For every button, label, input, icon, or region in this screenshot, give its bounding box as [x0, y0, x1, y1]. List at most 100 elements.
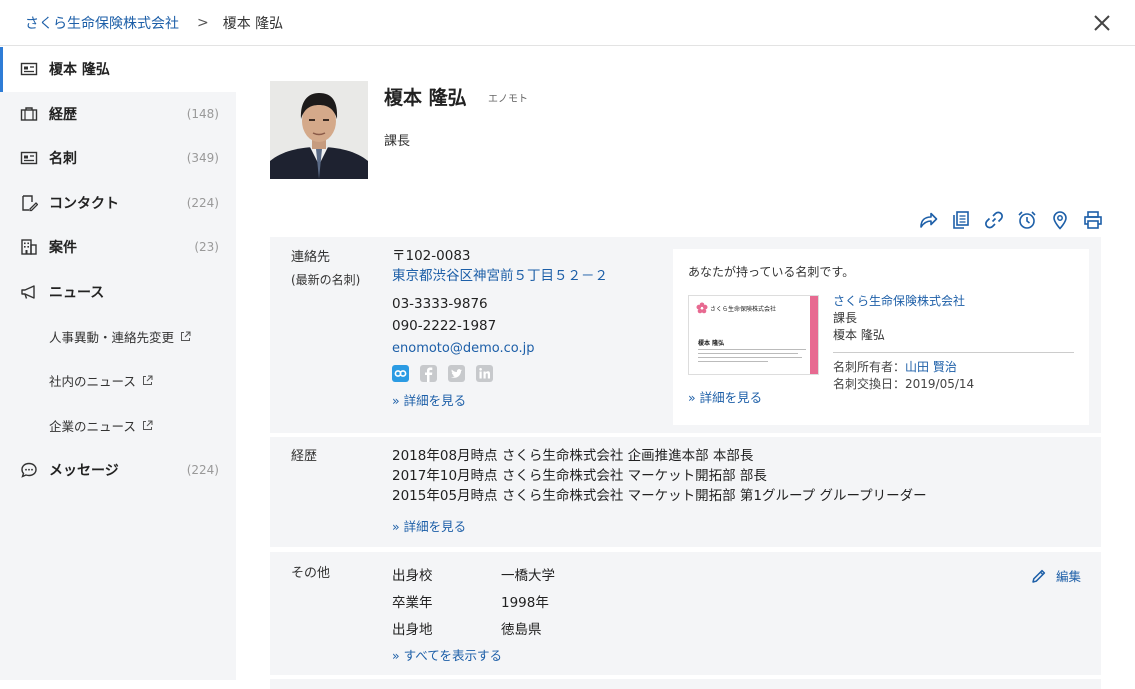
external-link-icon — [142, 420, 153, 430]
sidebar-item-business-cards[interactable]: 名刺 (349) — [0, 136, 236, 181]
card-info: さくら生命保険株式会社 課長 榎本 隆弘 名刺所有者：山田 賢治 名刺交換日：2… — [833, 293, 1074, 393]
other-key: 出身校 — [392, 567, 433, 584]
link-icon[interactable] — [984, 210, 1004, 230]
contact-more-link[interactable]: » 詳細を見る — [392, 390, 608, 409]
card-company-link[interactable]: さくら生命保険株式会社 — [833, 293, 1074, 310]
other-list: 出身校 一橋大学 卒業年 1998年 出身地 徳島県 » すべてを表示する — [392, 560, 555, 664]
business-card-icon — [20, 149, 38, 167]
career-entry: 2017年10月時点 さくら生命株式会社 マーケット開拓部 部長 — [392, 468, 767, 484]
address-link[interactable]: 東京都渋谷区神宮前５丁目５２－２ — [392, 266, 608, 286]
thumb-detail-line — [698, 353, 798, 354]
sidebar-item-projects[interactable]: 案件 (23) — [0, 225, 236, 270]
contact-edit-icon — [20, 194, 38, 212]
person-kana: エノモト — [488, 94, 528, 105]
sidebar-item-contacts[interactable]: コンタクト (224) — [0, 181, 236, 226]
other-value: 徳島県 — [501, 621, 542, 638]
sidebar-subitem-label: 社内のニュース — [49, 374, 136, 390]
sidebar-item-label: 経歴 — [49, 106, 77, 123]
edit-label: 編集 — [1055, 569, 1081, 584]
thumb-company: さくら生命保険株式会社 — [710, 306, 777, 313]
sidebar-item-messages[interactable]: メッセージ (224) — [0, 448, 236, 493]
other-value: 1998年 — [501, 594, 549, 611]
thumb-detail-line — [698, 357, 802, 358]
other-row: 卒業年 1998年 — [392, 587, 555, 614]
sidebar-item-career[interactable]: 経歴 (148) — [0, 92, 236, 137]
sidebar-subitem-personnel-changes[interactable]: 人事異動・連絡先変更 — [0, 314, 236, 359]
contact-section: 連絡先 (最新の名刺) 〒102-0083 東京都渋谷区神宮前５丁目５２－２ 0… — [270, 237, 1101, 433]
sidebar-item-label: ニュース — [49, 284, 105, 301]
briefcase-icon — [20, 105, 38, 123]
card-more-link[interactable]: » 詳細を見る — [688, 387, 762, 406]
sidebar-item-count: (224) — [186, 462, 219, 477]
twitter-icon[interactable] — [448, 365, 465, 382]
pencil-icon — [1032, 569, 1046, 583]
sidebar-item-label: 名刺 — [49, 151, 77, 168]
avatar — [270, 81, 368, 179]
sidebar-item-count: (148) — [186, 106, 219, 121]
contact-details: 〒102-0083 東京都渋谷区神宮前５丁目５２－２ 03-3333-9876 … — [392, 246, 608, 409]
career-more-link[interactable]: » 詳細を見る — [392, 518, 927, 536]
edit-button[interactable]: 編集 — [1031, 566, 1081, 585]
career-label: 経歴 — [291, 449, 318, 464]
sidebar-item-news[interactable]: ニュース — [0, 270, 236, 315]
print-icon[interactable] — [1083, 210, 1103, 230]
postal-code: 〒102-0083 — [392, 248, 471, 264]
email-link[interactable]: enomoto@demo.co.jp — [392, 339, 608, 359]
facebook-icon[interactable] — [420, 365, 437, 382]
contact-sublabel: (最新の名刺) — [291, 273, 361, 287]
card-title: 課長 — [833, 311, 858, 325]
business-card-panel: あなたが持っている名刺です。 さくら生命保険株式会社 榎本 隆弘 さくら生命保険… — [673, 249, 1089, 425]
sidebar-subitem-company-news[interactable]: 企業のニュース — [0, 403, 236, 448]
copy-icon[interactable] — [951, 210, 971, 230]
map-pin-icon[interactable] — [1050, 210, 1070, 230]
breadcrumb-current: 榎本 隆弘 — [222, 15, 284, 32]
sidebar-item-label: 榎本 隆弘 — [49, 62, 110, 79]
action-toolbar — [918, 210, 1103, 230]
alarm-clock-icon[interactable] — [1017, 210, 1037, 230]
card-owner-label: 名刺所有者： — [833, 360, 906, 374]
other-section: その他 出身校 一橋大学 卒業年 1998年 出身地 徳島県 » すべてを表示す… — [270, 552, 1101, 675]
top-bar: さくら生命保険株式会社 > 榎本 隆弘 — [0, 0, 1135, 46]
other-show-all-link[interactable]: » すべてを表示する — [392, 645, 555, 664]
thumb-detail-line — [698, 349, 806, 350]
building-icon — [20, 238, 38, 256]
other-row: 出身校 一橋大学 — [392, 560, 555, 587]
share-icon[interactable] — [918, 210, 938, 230]
card-owner-row: 名刺所有者：山田 賢治 — [833, 359, 1074, 376]
breadcrumb-company-link[interactable]: さくら生命保険株式会社 — [25, 13, 179, 33]
phone-office: 03-3333-9876 — [392, 296, 488, 312]
card-accent-stripe — [810, 296, 818, 374]
sidebar-subitem-label: 企業のニュース — [49, 418, 136, 434]
career-entry: 2018年08月時点 さくら生命株式会社 企画推進本部 本部長 — [392, 448, 754, 464]
sidebar: 榎本 隆弘 経歴 (148) 名刺 (349) コンタクト (224) 案件 (… — [0, 47, 236, 680]
other-key: 出身地 — [392, 621, 433, 638]
sidebar-subitem-label: 人事異動・連絡先変更 — [49, 329, 175, 345]
card-heading: あなたが持っている名刺です。 — [688, 265, 855, 279]
other-key: 卒業年 — [392, 594, 433, 611]
contact-label: 連絡先 — [291, 250, 331, 265]
linkedin-icon[interactable] — [476, 365, 493, 382]
sidebar-item-label: コンタクト — [49, 195, 119, 212]
career-entry: 2015年05月時点 さくら生命株式会社 マーケット開拓部 第1グループ グルー… — [392, 488, 927, 504]
social-links — [392, 365, 608, 382]
phone-mobile: 090-2222-1987 — [392, 318, 497, 334]
career-section: 経歴 2018年08月時点 さくら生命株式会社 企画推進本部 本部長 2017年… — [270, 437, 1101, 547]
sakura-logo-icon — [696, 302, 708, 314]
other-row: 出身地 徳島県 — [392, 614, 555, 641]
card-owner-link[interactable]: 山田 賢治 — [905, 360, 957, 374]
sidebar-item-label: 案件 — [49, 240, 77, 257]
career-list: 2018年08月時点 さくら生命株式会社 企画推進本部 本部長 2017年10月… — [392, 446, 927, 536]
close-icon[interactable] — [1091, 12, 1113, 34]
person-title: 課長 — [384, 134, 411, 149]
business-card-thumbnail[interactable]: さくら生命保険株式会社 榎本 隆弘 — [688, 295, 819, 375]
other-label: その他 — [291, 566, 331, 581]
sidebar-item-count: (224) — [186, 195, 219, 210]
sidebar-subitem-internal-news[interactable]: 社内のニュース — [0, 359, 236, 404]
card-name: 榎本 隆弘 — [833, 328, 885, 342]
sidebar-item-profile[interactable]: 榎本 隆弘 — [0, 47, 236, 92]
megaphone-icon — [20, 283, 38, 301]
sidebar-item-count: (23) — [194, 240, 219, 255]
eight-icon[interactable] — [392, 365, 409, 382]
external-link-icon — [181, 331, 191, 341]
next-section-edge — [270, 679, 1101, 689]
